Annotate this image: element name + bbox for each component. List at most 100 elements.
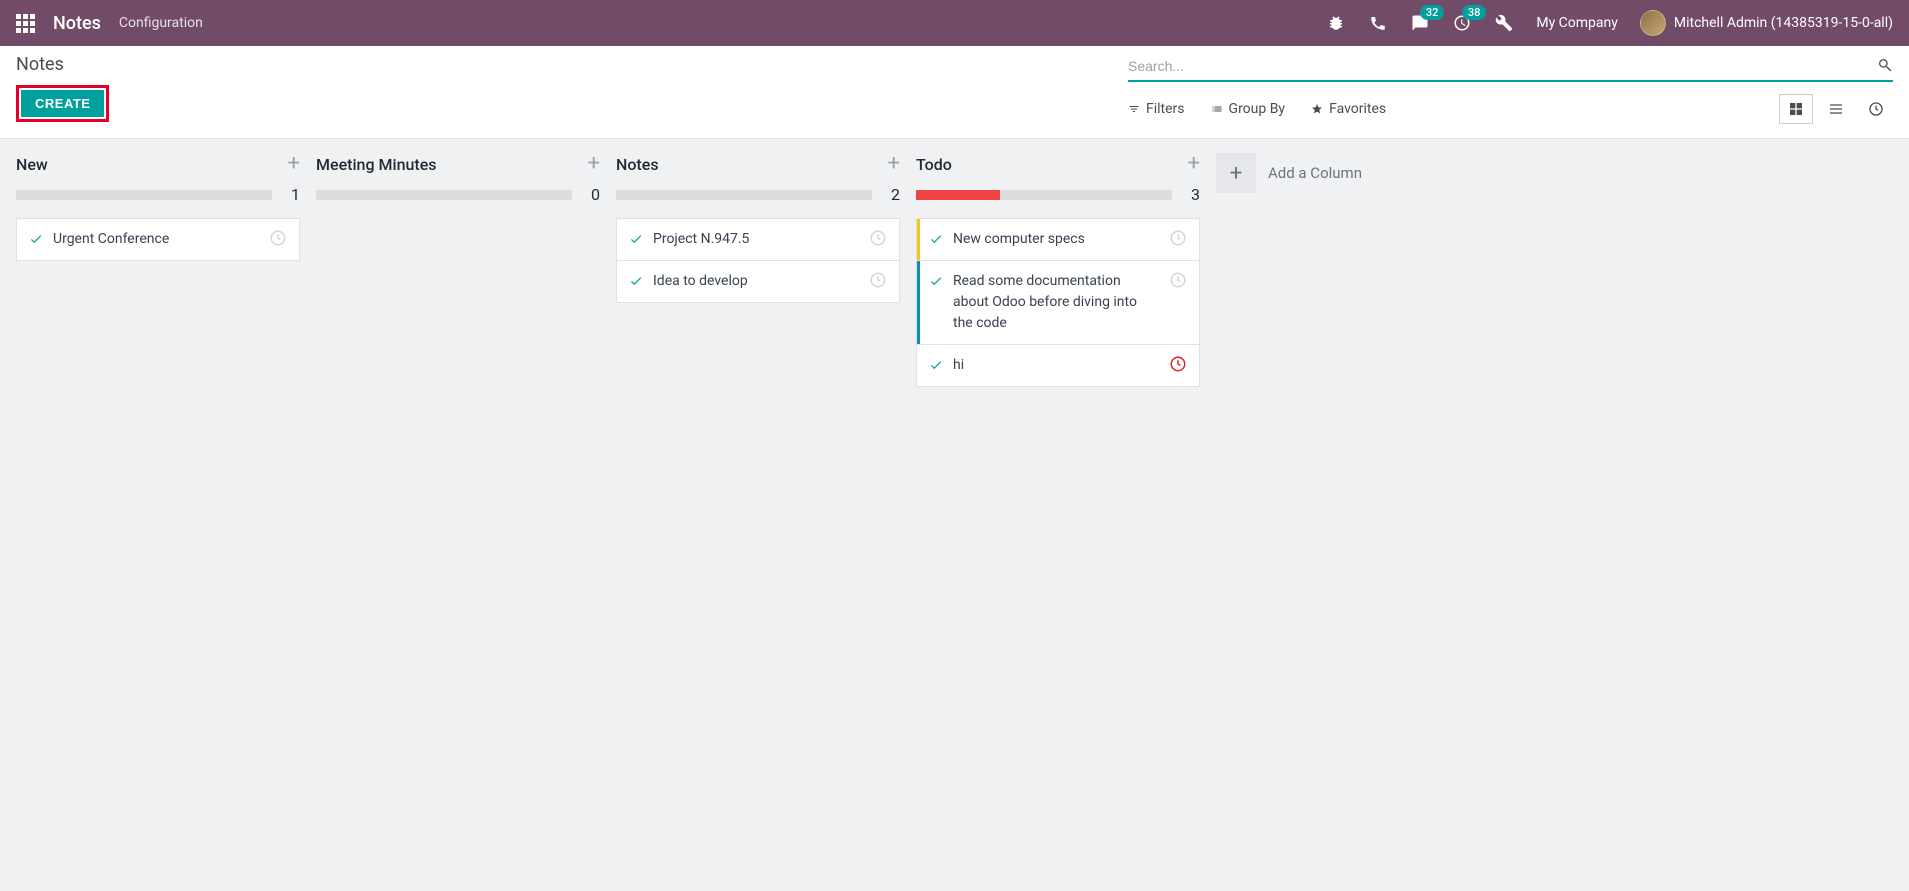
check-icon[interactable] — [929, 355, 943, 376]
column-progress[interactable] — [316, 190, 572, 200]
kanban-column: Todo +3 New computer specs Read some docume… — [908, 153, 1208, 386]
cp-right: Filters Group By Favorites — [1128, 54, 1893, 124]
avatar — [1640, 10, 1666, 36]
filter-group: Filters Group By Favorites — [1128, 101, 1386, 117]
kanban-card[interactable]: Project N.947.5 — [616, 218, 900, 261]
column-title[interactable]: New — [16, 155, 48, 174]
add-column-label: Add a Column — [1268, 164, 1362, 182]
search-input[interactable] — [1128, 54, 1877, 78]
column-progress[interactable] — [616, 190, 872, 200]
column-quick-add[interactable]: + — [588, 153, 600, 175]
messages-badge: 32 — [1420, 5, 1445, 20]
kanban-column: Notes +2 Project N.947.5 Idea to develop — [608, 153, 908, 302]
activities-icon[interactable]: 38 — [1452, 13, 1472, 33]
column-header: Meeting Minutes + — [316, 153, 600, 175]
activity-clock-icon[interactable] — [269, 229, 287, 247]
column-meta: 1 — [16, 185, 300, 204]
column-header: Notes + — [616, 153, 900, 175]
column-header: New + — [16, 153, 300, 175]
view-switcher — [1779, 94, 1893, 124]
favorites-label: Favorites — [1329, 101, 1386, 117]
activity-clock-icon[interactable] — [1169, 271, 1187, 289]
user-name: Mitchell Admin (14385319-15-0-all) — [1674, 15, 1893, 31]
messages-icon[interactable]: 32 — [1410, 13, 1430, 33]
activity-clock-icon[interactable] — [869, 229, 887, 247]
column-count: 3 — [1186, 185, 1200, 204]
breadcrumb: Notes — [16, 54, 109, 75]
column-quick-add[interactable]: + — [1188, 153, 1200, 175]
toolbar-row: Filters Group By Favorites — [1128, 94, 1893, 124]
view-activity-button[interactable] — [1859, 94, 1893, 124]
column-quick-add[interactable]: + — [288, 153, 300, 175]
column-progress[interactable] — [16, 190, 272, 200]
apps-icon[interactable] — [16, 14, 35, 33]
create-button[interactable]: CREATE — [21, 90, 104, 117]
card-title: New computer specs — [953, 229, 1159, 250]
favorites-button[interactable]: Favorites — [1311, 101, 1386, 117]
tools-icon[interactable] — [1494, 13, 1514, 33]
view-kanban-button[interactable] — [1779, 94, 1813, 124]
check-icon[interactable] — [629, 271, 643, 292]
column-title[interactable]: Meeting Minutes — [316, 155, 437, 174]
top-navbar: Notes Configuration 32 38 My Company Mit… — [0, 0, 1909, 46]
add-column[interactable]: +Add a Column — [1208, 153, 1428, 193]
column-count: 1 — [286, 185, 300, 204]
column-title[interactable]: Todo — [916, 155, 952, 174]
card-title: Idea to develop — [653, 271, 859, 292]
activities-badge: 38 — [1462, 5, 1487, 20]
control-panel: Notes CREATE Filters Group By — [0, 46, 1909, 139]
kanban-card[interactable]: Idea to develop — [616, 260, 900, 303]
debug-icon[interactable] — [1326, 13, 1346, 33]
activity-clock-icon[interactable] — [869, 271, 887, 289]
card-title: hi — [953, 355, 1159, 376]
clock-icon — [1868, 101, 1884, 117]
company-switcher[interactable]: My Company — [1536, 15, 1618, 31]
funnel-icon — [1128, 103, 1140, 115]
search-button[interactable] — [1877, 57, 1893, 76]
column-meta: 3 — [916, 185, 1200, 204]
column-progress[interactable] — [916, 190, 1172, 200]
filters-label: Filters — [1146, 101, 1185, 117]
check-icon[interactable] — [29, 229, 43, 250]
check-icon[interactable] — [629, 229, 643, 250]
column-header: Todo + — [916, 153, 1200, 175]
list-view-icon — [1828, 101, 1844, 117]
kanban-column: New +1 Urgent Conference — [8, 153, 308, 260]
activity-clock-icon[interactable] — [1169, 355, 1187, 373]
nav-configuration[interactable]: Configuration — [119, 15, 203, 31]
card-title: Urgent Conference — [53, 229, 259, 250]
column-meta: 0 — [316, 185, 600, 204]
create-highlight: CREATE — [16, 85, 109, 122]
search-row — [1128, 54, 1893, 82]
app-brand[interactable]: Notes — [53, 13, 101, 34]
activity-clock-icon[interactable] — [1169, 229, 1187, 247]
view-list-button[interactable] — [1819, 94, 1853, 124]
column-title[interactable]: Notes — [616, 155, 659, 174]
check-icon[interactable] — [929, 271, 943, 292]
kanban-board: New+1Urgent ConferenceMeeting Minutes+0N… — [0, 139, 1909, 400]
kanban-card[interactable]: Urgent Conference — [16, 218, 300, 261]
groupby-label: Group By — [1229, 101, 1286, 117]
kanban-column: Meeting Minutes +0 — [308, 153, 608, 218]
column-count: 0 — [586, 185, 600, 204]
groupby-button[interactable]: Group By — [1211, 101, 1286, 117]
kanban-card[interactable]: Read some documentation about Odoo befor… — [916, 260, 1200, 345]
column-quick-add[interactable]: + — [888, 153, 900, 175]
card-title: Read some documentation about Odoo befor… — [953, 271, 1159, 334]
navbar-left: Notes Configuration — [16, 13, 203, 34]
navbar-right: 32 38 My Company Mitchell Admin (1438531… — [1326, 10, 1893, 36]
check-icon[interactable] — [929, 229, 943, 250]
phone-icon[interactable] — [1368, 13, 1388, 33]
star-icon — [1311, 103, 1323, 115]
cp-left: Notes CREATE — [16, 54, 109, 122]
kanban-card[interactable]: New computer specs — [916, 218, 1200, 261]
kanban-icon — [1788, 101, 1804, 117]
filters-button[interactable]: Filters — [1128, 101, 1185, 117]
search-icon — [1877, 57, 1893, 73]
column-count: 2 — [886, 185, 900, 204]
column-meta: 2 — [616, 185, 900, 204]
card-title: Project N.947.5 — [653, 229, 859, 250]
list-icon — [1211, 103, 1223, 115]
user-menu[interactable]: Mitchell Admin (14385319-15-0-all) — [1640, 10, 1893, 36]
kanban-card[interactable]: hi — [916, 344, 1200, 387]
